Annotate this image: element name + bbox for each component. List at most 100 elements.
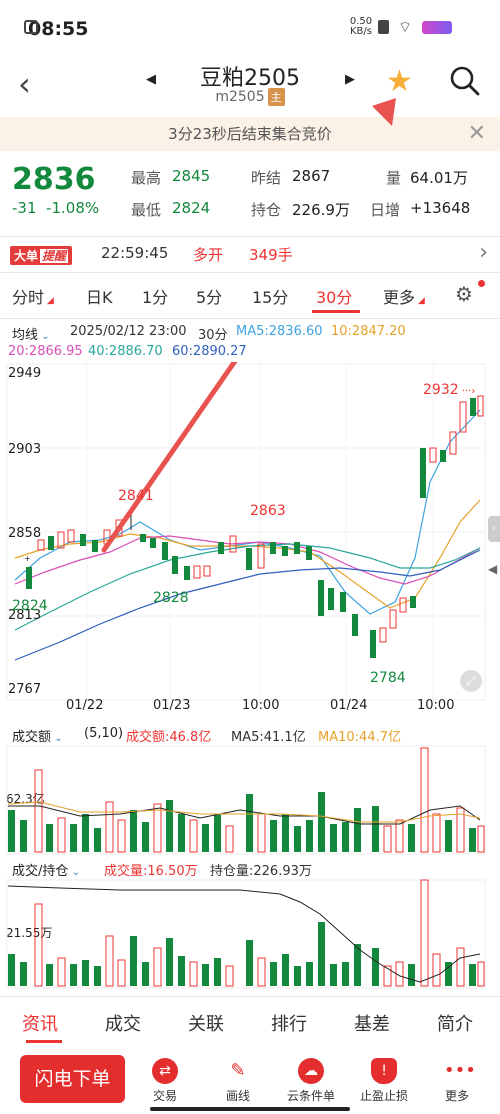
x-label: 01/24: [330, 698, 368, 713]
battery-icon: [422, 21, 452, 34]
high-label: 最高: [131, 169, 162, 187]
x-label: 01/22: [66, 698, 104, 713]
shield-icon: !: [371, 1058, 397, 1084]
ma-selector[interactable]: 均线 ⌄: [12, 324, 50, 343]
prev-settle-label: 昨结: [251, 169, 282, 187]
close-icon[interactable]: ✕: [468, 117, 486, 151]
ma10-value: 10:2847.20: [331, 324, 406, 339]
divider: [0, 318, 500, 319]
volume-params: (5,10): [84, 726, 124, 741]
alert-quantity: 349手: [249, 246, 293, 264]
ma20-value: 20:2866.95: [8, 344, 83, 359]
tab-1min[interactable]: 1分: [142, 284, 168, 308]
home-indicator: [150, 1107, 350, 1111]
alert-type: 多开: [193, 246, 224, 264]
tab-30min[interactable]: 30分: [316, 284, 352, 308]
y-label: 2903: [8, 442, 42, 457]
prev-settle-value: 2867: [292, 167, 331, 185]
candles: [26, 395, 484, 658]
oi-label: 持仓: [251, 201, 282, 219]
gear-icon[interactable]: ⚙: [455, 282, 473, 306]
auction-banner: 3分23秒后结束集合竞价: [0, 117, 500, 151]
divider: [0, 996, 500, 997]
divider: [0, 272, 500, 273]
cloud-order-button[interactable]: ☁ 云条件单: [281, 1058, 341, 1104]
low-value: 2824: [172, 199, 211, 217]
low-label: 最低: [131, 201, 162, 219]
ma60-value: 60:2890.27: [172, 344, 247, 359]
ma40-value: 40:2886.70: [88, 344, 163, 359]
oi-amount-value: 持仓量:226.93万: [210, 864, 312, 879]
sim-icon: [378, 20, 389, 34]
tab-5min[interactable]: 5分: [196, 284, 222, 308]
net-speed: 0.50 KB/s: [349, 16, 373, 37]
side-arrow-icon: ◀: [488, 562, 498, 576]
tab-active-underline: [26, 1040, 62, 1043]
tab-profile[interactable]: 简介: [437, 1010, 473, 1036]
stop-loss-button[interactable]: ! 止盈止损: [354, 1058, 414, 1104]
trade-button[interactable]: ⇄ 交易: [135, 1058, 195, 1104]
y-label: 2949: [8, 366, 42, 381]
search-icon[interactable]: [448, 64, 482, 102]
turnover-chart[interactable]: [0, 744, 500, 856]
price-change: -31 -1.08%: [12, 199, 100, 217]
kline-chart[interactable]: +: [0, 362, 500, 724]
turnover-value: 成交额:46.8亿: [126, 730, 212, 745]
flash-order-button[interactable]: 闪电下单: [20, 1055, 125, 1103]
tab-more[interactable]: 更多 ◢: [383, 284, 425, 308]
tab-timeshare[interactable]: 分时 ◢: [12, 284, 54, 308]
x-label: 10:00: [242, 698, 280, 713]
price-annotation: 2824: [12, 598, 48, 614]
oi-change-label: 日增: [370, 201, 401, 219]
tab-news[interactable]: 资讯: [22, 1010, 58, 1036]
x-label: 10:00: [417, 698, 455, 713]
oi-chart[interactable]: [0, 878, 500, 990]
ma-period: 30分: [198, 328, 228, 343]
notification-icon: [24, 20, 38, 34]
more-button[interactable]: ••• 更多: [427, 1058, 487, 1104]
svg-text:+: +: [24, 554, 31, 563]
alert-time: 22:59:45: [101, 244, 169, 262]
tab-trades[interactable]: 成交: [105, 1010, 141, 1036]
volume-label: 量: [386, 169, 402, 187]
pen-icon: ✎: [225, 1058, 251, 1084]
high-value: 2845: [172, 167, 211, 185]
turnover-bars: [8, 747, 485, 853]
oi-value: 226.9万: [292, 201, 350, 219]
oi-bars: [8, 879, 485, 987]
tab-related[interactable]: 关联: [188, 1010, 224, 1036]
main-contract-badge: 主: [267, 88, 285, 106]
more-icon: •••: [444, 1058, 476, 1084]
big-order-alert-badge[interactable]: 大单 提醒: [10, 246, 73, 265]
tab-daily-k[interactable]: 日K: [86, 284, 113, 308]
divider: [0, 236, 500, 237]
price-annotation: 2784: [370, 670, 406, 686]
y-label: 2767: [8, 682, 42, 697]
oi-volume-value: 成交量:16.50万: [104, 864, 198, 879]
contract-code: m2505 主: [0, 88, 500, 106]
chevron-right-icon[interactable]: ›: [479, 240, 488, 265]
tab-ranking[interactable]: 排行: [271, 1010, 307, 1036]
price-annotation: 2828: [153, 590, 189, 606]
volume-selector[interactable]: 成交额 ⌄: [12, 726, 63, 745]
tab-basis[interactable]: 基差: [354, 1010, 390, 1036]
notification-dot: [478, 280, 485, 287]
oi-change-value: +13648: [410, 199, 471, 217]
cloud-icon: ☁: [298, 1058, 324, 1084]
ma-datetime: 2025/02/12 23:00: [70, 324, 187, 339]
vol-ma5: MA5:41.1亿: [231, 730, 306, 745]
vol-ma10: MA10:44.7亿: [318, 730, 401, 745]
ma5-value: MA5:2836.60: [236, 324, 323, 339]
tab-active-underline: [312, 310, 360, 313]
side-handle-icon[interactable]: ‹: [488, 516, 500, 542]
x-label: 01/23: [153, 698, 191, 713]
draw-line-button[interactable]: ✎ 画线: [208, 1058, 268, 1104]
y-label: 2858: [8, 526, 42, 541]
tab-15min[interactable]: 15分: [252, 284, 288, 308]
wifi-icon: ⌔: [398, 18, 413, 36]
price-annotation: 2863: [250, 503, 286, 519]
price-annotation: 2932 ···›: [423, 382, 476, 398]
trade-icon: ⇄: [152, 1058, 178, 1084]
oi-selector[interactable]: 成交/持仓 ⌄: [12, 860, 80, 879]
expand-icon[interactable]: ⤢: [460, 670, 482, 692]
